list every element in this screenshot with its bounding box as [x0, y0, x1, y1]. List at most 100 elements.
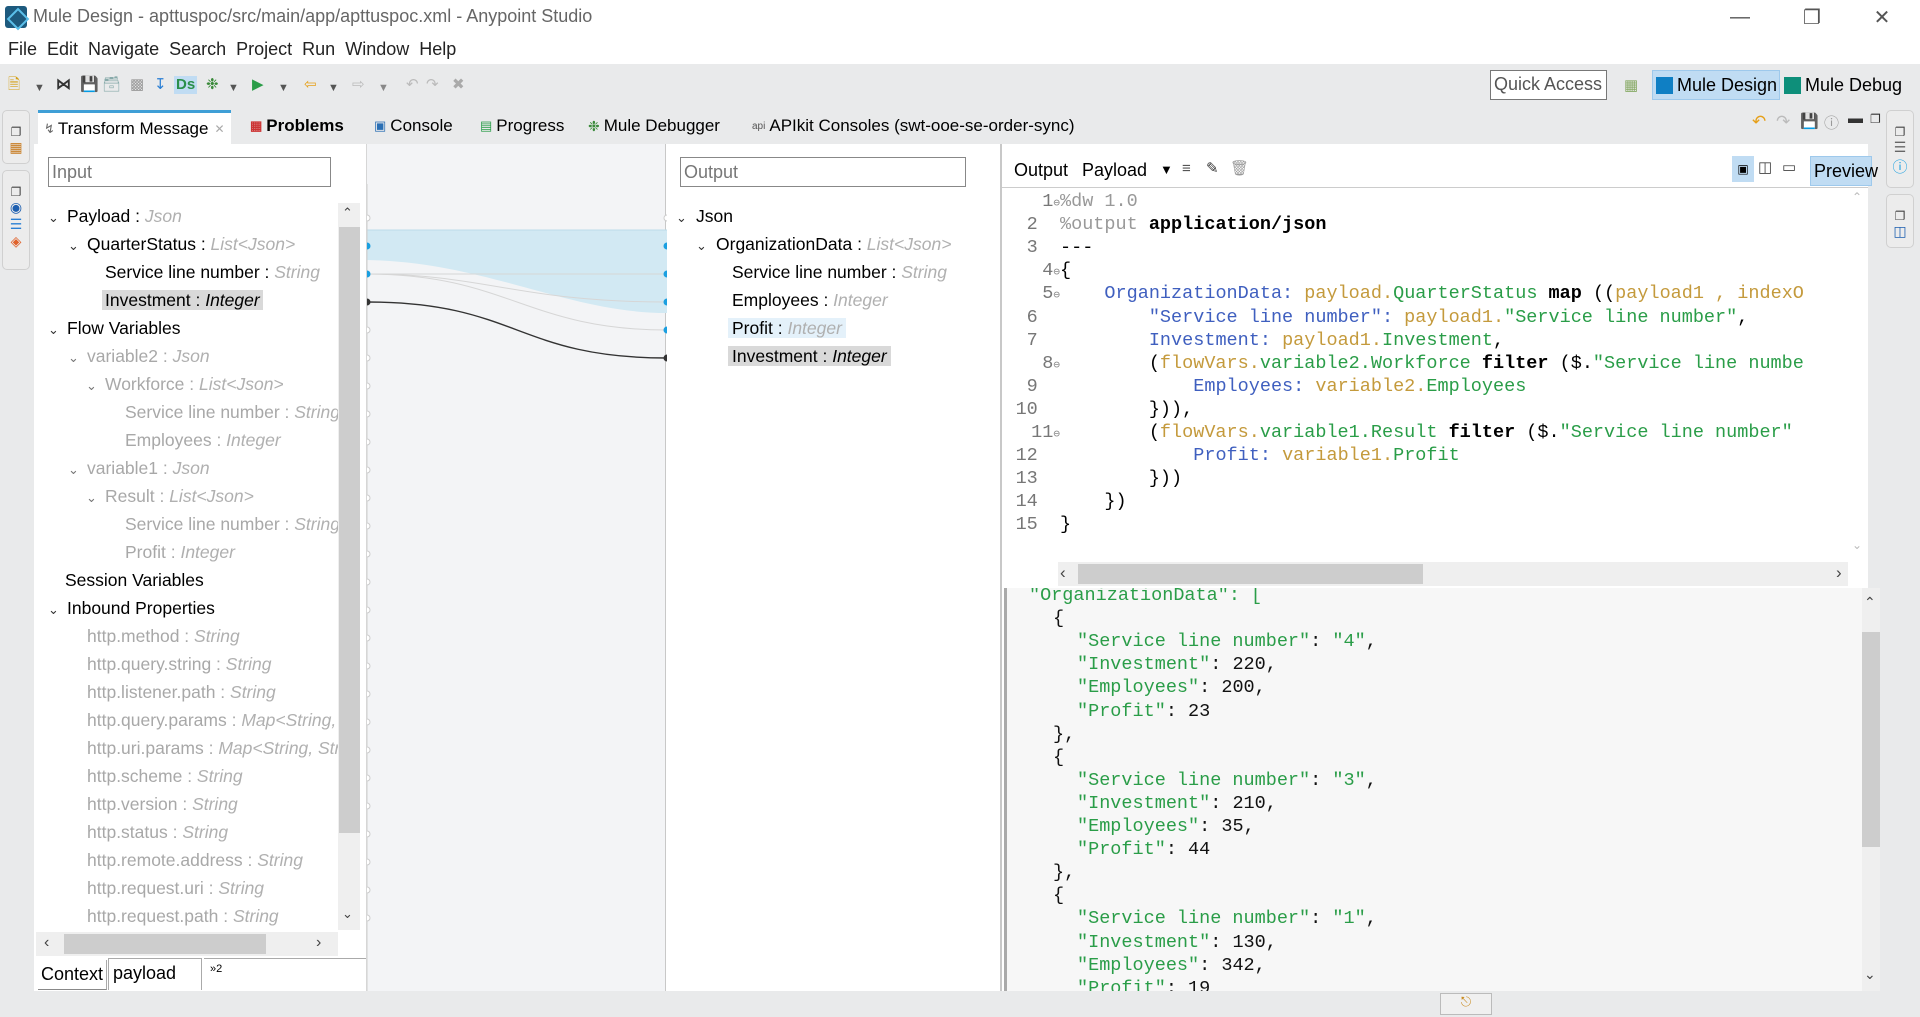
tab-payload[interactable]: payload: [108, 958, 202, 990]
scroll-up-icon[interactable]: ⌃: [1852, 190, 1862, 204]
chevron-down-icon[interactable]: ⌄: [696, 233, 712, 259]
code-line[interactable]: ---: [1060, 236, 1093, 259]
restore-view-icon[interactable]: ❐: [1887, 209, 1913, 223]
menu-search[interactable]: Search: [169, 39, 226, 60]
input-vertical-scroll-thumb[interactable]: [339, 227, 360, 833]
background-tasks-icon[interactable]: ⎋: [1440, 993, 1492, 1015]
code-line[interactable]: (flowVars.variable2.Workforce filter ($.…: [1060, 352, 1804, 375]
restore-view-icon[interactable]: ❐: [3, 185, 29, 199]
input-tree-item[interactable]: ⌄ variable2 : Json: [68, 343, 213, 369]
menu-edit[interactable]: Edit: [47, 39, 78, 60]
input-tree-item[interactable]: http.status : String: [84, 819, 231, 845]
input-connector-dot[interactable]: [367, 438, 371, 446]
globe-icon[interactable]: ◉: [3, 199, 29, 216]
perspective-mule-design[interactable]: Mule Design: [1652, 70, 1780, 100]
code-line[interactable]: Profit: variable1.Profit: [1060, 444, 1459, 467]
redo-transform-icon[interactable]: ↷: [1776, 112, 1790, 132]
input-search-field[interactable]: Input: [48, 157, 331, 187]
input-connector-dot[interactable]: [367, 718, 371, 726]
input-connector-dot[interactable]: [367, 550, 371, 558]
forward-icon[interactable]: ⇨: [352, 76, 365, 94]
scroll-down-icon[interactable]: ⌄: [342, 906, 353, 922]
back-icon[interactable]: ⇦: [304, 76, 317, 94]
forward-dropdown-icon[interactable]: ▼: [378, 79, 389, 97]
output-connector-dot[interactable]: [663, 326, 668, 334]
save-transform-icon[interactable]: 💾: [1800, 112, 1819, 130]
output-connector-dot[interactable]: [663, 214, 667, 222]
code-line[interactable]: })): [1060, 467, 1182, 490]
output-tree-item[interactable]: Employees : Integer: [728, 287, 892, 313]
help-icon[interactable]: ⓘ: [1824, 112, 1839, 133]
output-tree-item[interactable]: Service line number : String: [728, 259, 951, 285]
layout-split-icon[interactable]: ◫: [1758, 158, 1772, 176]
input-connector-dot[interactable]: [367, 578, 371, 586]
input-connector-dot[interactable]: [367, 354, 371, 362]
input-tree-item[interactable]: http.query.params : Map<String,: [84, 707, 339, 733]
save-icon[interactable]: 💾: [80, 76, 99, 94]
output-connector-dot-selected[interactable]: [663, 354, 668, 362]
input-connector-dot[interactable]: [367, 466, 371, 474]
edit-icon[interactable]: ✎: [1206, 159, 1219, 177]
mule-palette-icon[interactable]: ◈: [3, 233, 29, 250]
perspective-mule-debug[interactable]: Mule Debug: [1784, 70, 1902, 100]
target-dropdown-icon[interactable]: ▼: [1160, 162, 1173, 177]
input-tree-item[interactable]: ⌄ variable1 : Json: [68, 455, 213, 481]
input-connector-dot[interactable]: [367, 606, 371, 614]
menu-help[interactable]: Help: [419, 39, 456, 60]
scroll-right-icon[interactable]: ›: [316, 934, 321, 952]
import-icon[interactable]: ↧: [154, 76, 167, 94]
output-tree-item[interactable]: ⌄ Json: [676, 203, 737, 229]
restore-button[interactable]: ❐: [1782, 0, 1842, 34]
input-connector-dot[interactable]: [367, 270, 371, 278]
input-tree-item[interactable]: ⌄ Inbound Properties: [48, 595, 218, 621]
open-perspective-icon[interactable]: ▦: [1624, 76, 1638, 94]
new-icon[interactable]: 🗎: [8, 76, 20, 94]
delete-icon[interactable]: 🗑: [1230, 159, 1249, 177]
input-tree-item[interactable]: http.method : String: [84, 623, 243, 649]
input-tree-item[interactable]: ⌄ Result : List<Json>: [86, 483, 257, 509]
scroll-up-icon[interactable]: ⌃: [1864, 594, 1876, 611]
chevron-down-icon[interactable]: ⌄: [86, 373, 102, 399]
scroll-left-icon[interactable]: ‹: [44, 934, 49, 952]
input-tree-item[interactable]: http.request.path : String: [84, 903, 282, 929]
fold-icon[interactable]: ⊖: [1053, 198, 1060, 210]
input-connector-dot[interactable]: [367, 662, 371, 670]
input-tree-item[interactable]: Service line number : String: [102, 259, 323, 285]
input-tree-item[interactable]: ⌄ Flow Variables: [48, 315, 183, 341]
input-tree-item[interactable]: ⌄ QuarterStatus : List<Json>: [68, 231, 298, 257]
chevron-down-icon[interactable]: ⌄: [68, 345, 84, 371]
code-line[interactable]: }): [1060, 490, 1126, 513]
code-line[interactable]: OrganizationData: payload.QuarterStatus …: [1060, 282, 1803, 305]
maximize-view-icon[interactable]: ❐: [1870, 112, 1881, 126]
mapping-line-investment[interactable]: [367, 301, 667, 359]
restore-view-icon[interactable]: ❐: [1887, 125, 1913, 139]
more-tabs-button[interactable]: »2: [204, 958, 366, 990]
preview-button[interactable]: Preview: [1810, 156, 1878, 186]
code-line[interactable]: %output application/json: [1060, 213, 1326, 236]
input-connector-dot[interactable]: [367, 410, 371, 418]
code-line[interactable]: %dw 1.0: [1060, 190, 1138, 213]
code-line[interactable]: Investment: payload1.Investment,: [1060, 329, 1504, 352]
fold-icon[interactable]: ⊖: [1053, 429, 1060, 441]
mule-icon[interactable]: ⋈: [56, 76, 71, 94]
output-tree-item[interactable]: Investment : Integer: [728, 343, 891, 369]
chevron-down-icon[interactable]: ⌄: [48, 317, 64, 343]
tab-mule-debugger[interactable]: ❉ Mule Debugger: [588, 116, 720, 136]
restore-view-icon[interactable]: ❐: [3, 125, 29, 139]
menu-project[interactable]: Project: [236, 39, 292, 60]
deploy-icon[interactable]: ▩: [130, 76, 144, 94]
debug-icon[interactable]: ❉: [206, 76, 219, 94]
tab-transform-message[interactable]: ↯ Transform Message ✕: [38, 110, 231, 144]
input-connector-dot[interactable]: [367, 494, 371, 502]
code-line[interactable]: })),: [1060, 398, 1193, 421]
input-tree-item[interactable]: http.scheme : String: [84, 763, 246, 789]
input-tree-item[interactable]: Service line number : String: [122, 511, 343, 537]
redo-icon[interactable]: ↷: [426, 76, 439, 94]
input-connector-dot[interactable]: [367, 522, 371, 530]
tab-problems[interactable]: ▦ Problems: [250, 116, 344, 136]
input-connector-dot[interactable]: [367, 382, 371, 390]
input-tree-item[interactable]: http.listener.path : String: [84, 679, 279, 705]
input-connector-dot[interactable]: [367, 858, 371, 866]
chevron-down-icon[interactable]: ⌄: [68, 457, 84, 483]
table-view-icon[interactable]: ◫: [1887, 223, 1913, 240]
